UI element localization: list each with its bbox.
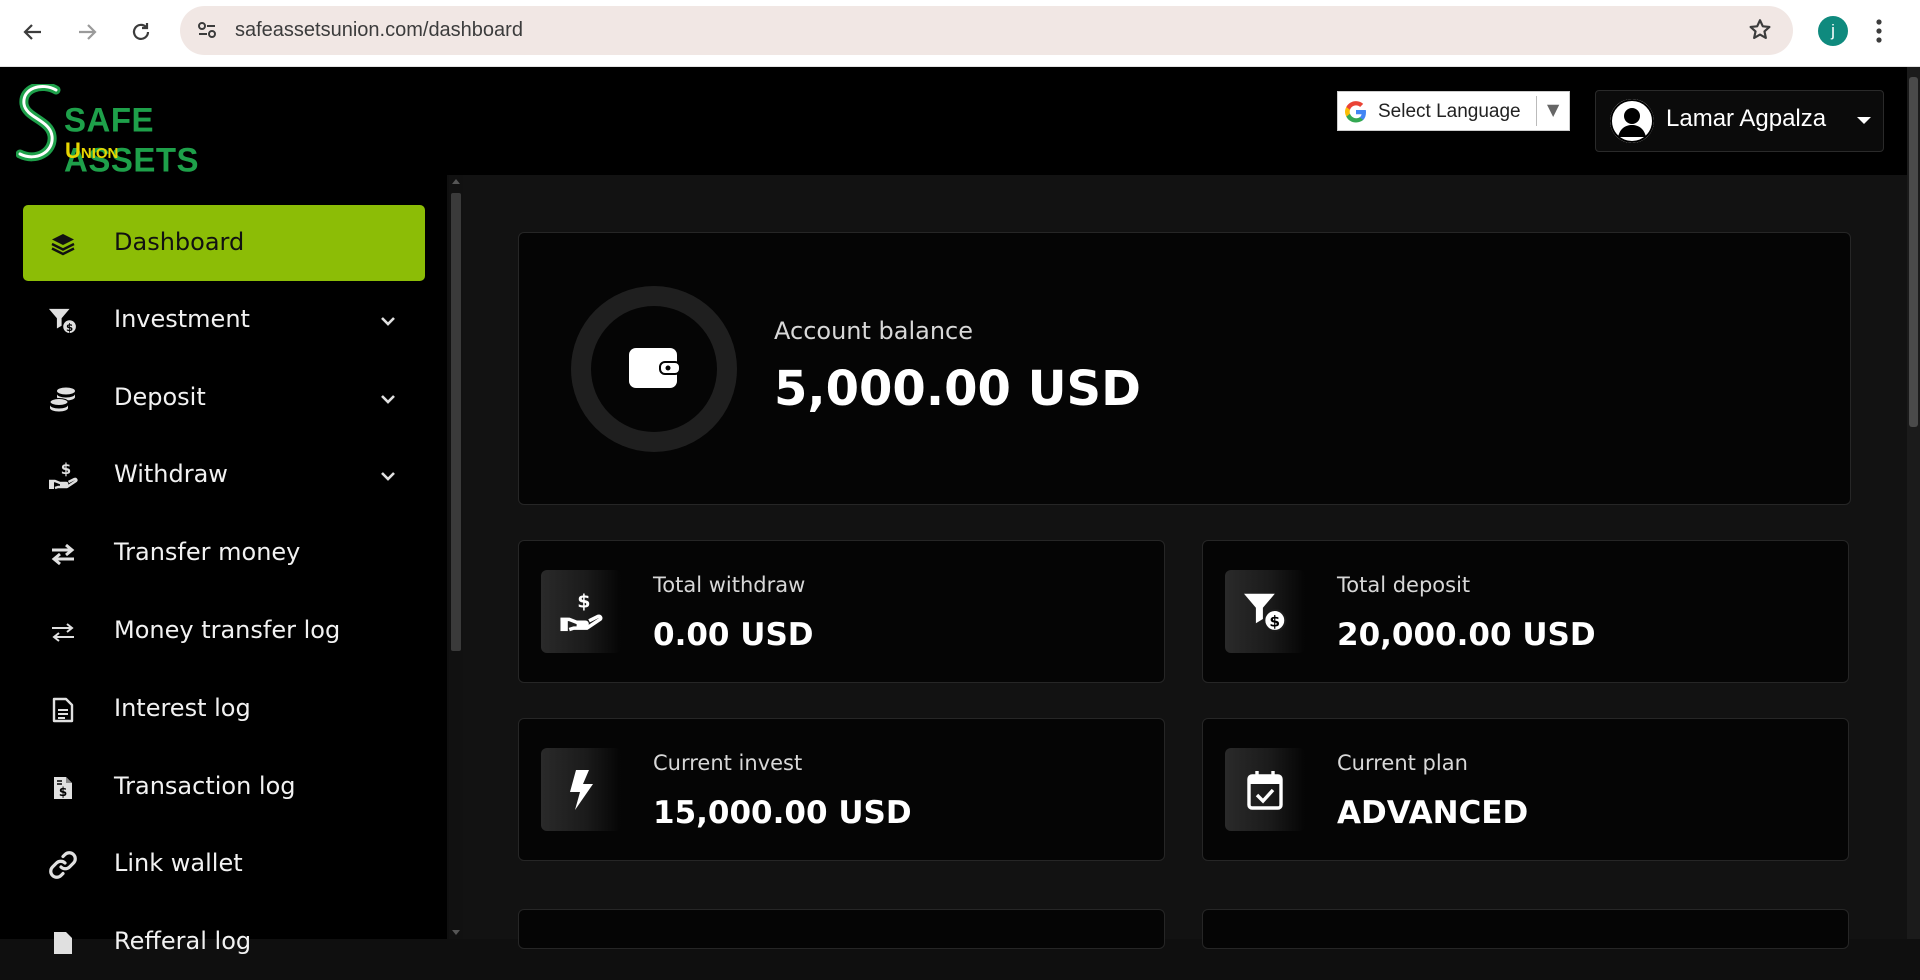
stat-value: 20,000.00 USD [1337, 617, 1596, 653]
site-info-icon[interactable] [196, 19, 218, 45]
page-scrollbar[interactable] [1907, 67, 1920, 939]
coins-icon [48, 384, 78, 414]
safe-assets-logo[interactable]: SAFE ASSETS Union [16, 84, 286, 179]
sidebar-item-label: Deposit [114, 383, 206, 411]
select-divider [1536, 96, 1537, 126]
hand-dollar-icon: $ [560, 590, 603, 631]
sidebar-item-dashboard[interactable]: Dashboard [23, 205, 425, 281]
logo-subtitle: Union [65, 138, 119, 163]
stat-label: Total withdraw [653, 573, 806, 597]
calendar-check-icon [1247, 770, 1283, 810]
invoice-dollar-icon: $ [48, 773, 78, 803]
forward-button[interactable] [69, 14, 105, 50]
page-scrollbar-thumb[interactable] [1909, 77, 1918, 427]
stat-label: Current plan [1337, 751, 1468, 775]
document-icon [48, 928, 78, 958]
bolt-icon [570, 769, 593, 810]
document-icon [48, 695, 78, 725]
stat-label: Current invest [653, 751, 803, 775]
wallet-icon [628, 344, 681, 396]
scroll-down-arrow-icon[interactable] [452, 930, 460, 935]
layers-icon [48, 229, 78, 259]
sidebar-item-transfer-money[interactable]: Transfer money [23, 515, 425, 591]
stat-label: Total deposit [1337, 573, 1471, 597]
sidebar-item-label: Transfer money [114, 538, 301, 566]
address-bar[interactable]: safeassetsunion.com/dashboard [180, 6, 1793, 55]
svg-text:$: $ [66, 322, 73, 334]
sidebar-item-interest-log[interactable]: Interest log [23, 671, 425, 747]
stat-value: 15,000.00 USD [653, 795, 912, 831]
balance-label: Account balance [774, 317, 974, 345]
sidebar-scrollbar[interactable] [449, 175, 463, 939]
svg-text:$: $ [577, 590, 590, 612]
stat-card-partial [1202, 909, 1849, 949]
reload-button[interactable] [123, 14, 159, 50]
sidebar-item-label: Interest log [114, 694, 251, 722]
stat-card-current-plan: Current plan ADVANCED [1202, 718, 1849, 861]
stat-icon-box [541, 748, 621, 831]
stat-value: ADVANCED [1337, 795, 1529, 831]
stat-card-partial [518, 909, 1165, 949]
hand-dollar-icon: $ [48, 461, 78, 491]
google-icon [1343, 99, 1369, 129]
sidebar-item-investment[interactable]: $ Investment [23, 282, 425, 358]
svg-text:$: $ [1269, 612, 1280, 630]
exchange-icon [48, 539, 78, 569]
stat-icon-box: $ [541, 570, 621, 653]
scroll-up-arrow-icon[interactable] [452, 179, 460, 184]
url-text[interactable]: safeassetsunion.com/dashboard [235, 19, 523, 42]
bookmark-star-icon[interactable] [1747, 17, 1773, 47]
sidebar-item-label: Link wallet [114, 849, 243, 877]
browser-toolbar: safeassetsunion.com/dashboard j [0, 0, 1920, 67]
chevron-down-icon [380, 390, 396, 409]
chevron-down-icon [380, 467, 396, 486]
svg-text:$: $ [61, 461, 71, 478]
browser-menu-icon[interactable] [1874, 16, 1884, 50]
language-select[interactable]: Select Language ▼ [1337, 91, 1570, 131]
sidebar-item-label: Refferal log [114, 927, 252, 955]
browser-profile-avatar[interactable]: j [1818, 16, 1848, 46]
stat-icon-box [1225, 748, 1305, 831]
balance-ring [571, 286, 737, 452]
stat-card-total-withdraw: $ Total withdraw 0.00 USD [518, 540, 1165, 683]
sidebar-item-deposit[interactable]: Deposit [23, 360, 425, 436]
exchange-thin-icon [48, 617, 78, 647]
sidebar-item-label: Withdraw [114, 460, 228, 488]
sidebar-item-label: Money transfer log [114, 616, 341, 644]
sidebar-item-label: Transaction log [114, 772, 296, 800]
sidebar: Dashboard $ Investment Deposit $ Withdra… [0, 175, 447, 955]
back-button[interactable] [15, 14, 51, 50]
svg-text:$: $ [59, 785, 67, 799]
user-menu-button[interactable]: Lamar Agpalza [1595, 90, 1884, 152]
language-select-label: Select Language [1378, 101, 1521, 122]
dropdown-arrow-icon: ▼ [1547, 100, 1560, 119]
sidebar-item-money-transfer-log[interactable]: Money transfer log [23, 593, 425, 669]
stat-card-current-invest: Current invest 15,000.00 USD [518, 718, 1165, 861]
user-name: Lamar Agpalza [1666, 105, 1827, 132]
sidebar-item-label: Dashboard [114, 228, 245, 256]
balance-value: 5,000.00 USD [774, 361, 1141, 417]
user-menu-caret-icon [1857, 117, 1871, 124]
stat-value: 0.00 USD [653, 617, 814, 653]
sidebar-item-label: Investment [114, 305, 250, 333]
sidebar-item-refferal-log[interactable]: Refferal log [23, 904, 425, 980]
link-icon [48, 850, 78, 880]
funnel-dollar-icon: $ [1244, 593, 1287, 632]
funnel-dollar-icon: $ [48, 306, 78, 336]
chevron-down-icon [380, 312, 396, 331]
stat-icon-box: $ [1225, 570, 1305, 653]
sidebar-item-withdraw[interactable]: $ Withdraw [23, 437, 425, 513]
user-avatar [1610, 99, 1654, 143]
sidebar-item-transaction-log[interactable]: $ Transaction log [23, 749, 425, 825]
stat-card-total-deposit: $ Total deposit 20,000.00 USD [1202, 540, 1849, 683]
sidebar-scrollbar-thumb[interactable] [451, 193, 461, 651]
sidebar-item-link-wallet[interactable]: Link wallet [23, 826, 425, 902]
account-balance-card: Account balance 5,000.00 USD [518, 232, 1851, 505]
logo-s-mark-icon [16, 84, 61, 162]
